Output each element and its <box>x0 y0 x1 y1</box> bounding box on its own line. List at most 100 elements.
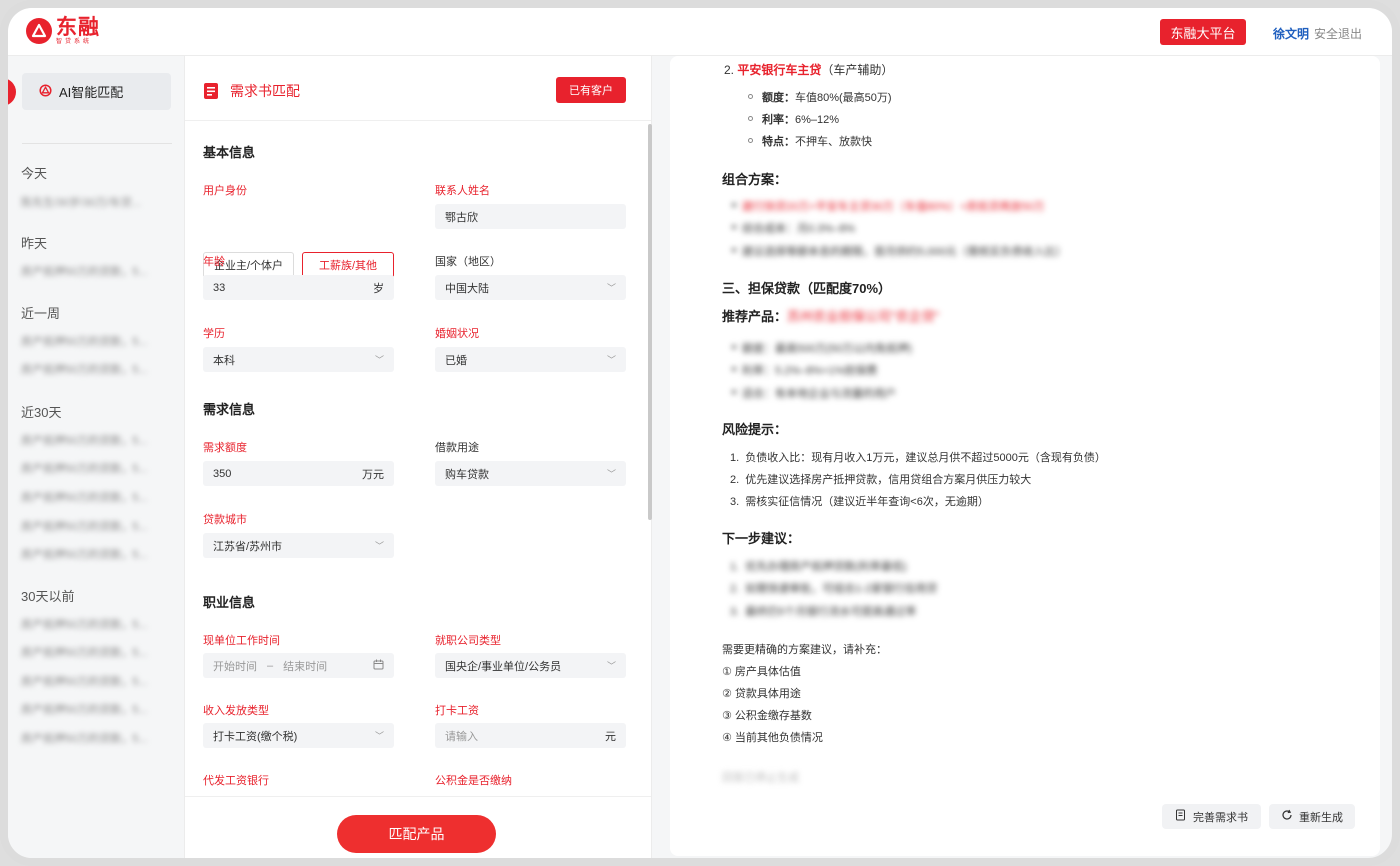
contact-name-label: 联系人姓名 <box>435 185 490 197</box>
risk-item: 3. 需核实征信情况（建议近半年查询<6次，无逾期） <box>730 496 989 508</box>
recommend-product: 苏州农业担保公司"农企贷" <box>787 309 940 324</box>
app-window: 东融 智贷系统 东融大平台 徐文明 安全退出 AI智能匹配 今天 陈先生/30岁… <box>0 0 1400 866</box>
chevron-down-icon: ﹀ <box>374 355 384 365</box>
chevron-down-icon: ﹀ <box>374 731 384 741</box>
history-item[interactable]: 陈先生/30岁/30万/车贷... <box>21 194 171 210</box>
product-name: 平安银行车主贷 <box>737 63 822 77</box>
complete-requirement-button[interactable]: 完善需求书 <box>1162 804 1261 829</box>
supplement-item: ③ 公积金缴存基数 <box>722 710 812 722</box>
history-item[interactable]: 房产抵押50万的贷款，5... <box>21 489 171 505</box>
risk-item: 2. 优先建议选择房产抵押贷款，信用贷组合方案月供压力较大 <box>730 474 1032 486</box>
amount-unit: 万元 <box>362 468 384 481</box>
document-icon <box>203 82 221 100</box>
risk-item: 1. 负债收入比：现有月收入1万元，建议总月供不超过5000元（含现有负债） <box>730 452 1106 464</box>
platform-button[interactable]: 东融大平台 <box>1160 19 1246 45</box>
user-name[interactable]: 徐文明 <box>1273 25 1309 42</box>
form-header: 需求书匹配 已有客户 <box>185 56 651 121</box>
company-type-select[interactable]: 国央企/事业单位/公务员 ﹀ <box>435 653 626 678</box>
history-item[interactable]: 房产抵押50万的贷款，5... <box>21 460 171 476</box>
education-select[interactable]: 本科 ﹀ <box>203 347 394 372</box>
sidebar-divider <box>22 143 172 144</box>
salary-label: 打卡工资 <box>435 705 479 717</box>
history-item[interactable]: 房产抵押50万的贷款，5... <box>21 701 171 717</box>
supplement-intro: 需要更精确的方案建议，请补充： <box>722 644 887 656</box>
history-item[interactable]: 房产抵押50万的贷款，5... <box>21 518 171 534</box>
history-item[interactable]: 房产抵押50万的贷款，5... <box>21 644 171 660</box>
ai-result-panel: 2. 平安银行车主贷（车产辅助） 额度：车值80%(最高50万) 利率：6%–1… <box>670 56 1380 856</box>
history-item[interactable]: 房产抵押50万的贷款，5... <box>21 616 171 632</box>
existing-client-button[interactable]: 已有客户 <box>556 77 626 103</box>
city-label: 贷款城市 <box>203 514 247 526</box>
city-select[interactable]: 江苏省/苏州市 ﹀ <box>203 533 394 558</box>
form-scrollbar[interactable] <box>648 124 652 520</box>
history-group-older: 30天以前 <box>21 589 75 604</box>
bullet <box>732 367 736 371</box>
supplement-item: ④ 当前其他负债情况 <box>722 732 823 744</box>
history-item[interactable]: 房产抵押50万的贷款，5... <box>21 432 171 448</box>
combo-title: 组合方案： <box>722 172 788 187</box>
amount-label: 需求额度 <box>203 442 247 454</box>
brand-logo[interactable]: 东融 智贷系统 <box>26 17 100 45</box>
bullet <box>748 94 753 99</box>
marital-select[interactable]: 已婚 ﹀ <box>435 347 626 372</box>
identity-label: 用户身份 <box>203 185 247 197</box>
supplement-item: ② 贷款具体用途 <box>722 688 801 700</box>
history-item[interactable]: 房产抵押50万的贷款，5... <box>21 546 171 562</box>
ai-match-nav[interactable]: AI智能匹配 <box>22 73 171 110</box>
next-steps-title: 下一步建议： <box>722 531 801 546</box>
result-item-2-bullet: 额度：车值80%(最高50万) <box>762 92 892 104</box>
next-step-item: 1. 优先办理房产抵押贷款(利率最低) <box>730 561 907 573</box>
bullet <box>732 248 736 252</box>
form-title: 需求书匹配 <box>203 81 300 101</box>
purpose-select[interactable]: 购车贷款 ﹀ <box>435 461 626 486</box>
chevron-down-icon: ﹀ <box>606 355 616 365</box>
bullet <box>732 203 736 207</box>
purpose-label: 借款用途 <box>435 442 479 454</box>
history-item[interactable]: 房产抵押50万的贷款，5... <box>21 361 171 377</box>
contact-name-input[interactable]: 鄂古欣 <box>435 204 626 229</box>
history-item[interactable]: 房产抵押50万的贷款，5... <box>21 333 171 349</box>
history-group-today: 今天 <box>21 166 48 181</box>
history-item[interactable]: 房产抵押50万的贷款，5... <box>21 673 171 689</box>
brand-subtitle: 智贷系统 <box>56 39 93 45</box>
calendar-icon <box>373 659 384 673</box>
age-unit: 岁 <box>373 282 384 295</box>
history-item[interactable]: 房产抵押50万的贷款，5... <box>21 730 171 746</box>
bullet <box>732 390 736 394</box>
salary-unit: 元 <box>605 730 616 743</box>
logo-mark-icon <box>26 18 52 44</box>
combo-item: 综合成本：月0.3%–8% <box>742 223 856 235</box>
history-group-yesterday: 昨天 <box>21 236 48 251</box>
match-products-button[interactable]: 匹配产品 <box>337 815 496 853</box>
combo-item: 建行快贷20万+平安车主贷30万（车值80%）+房抵贷再放50万 <box>742 201 1045 213</box>
work-time-range-picker[interactable]: 开始时间 – 结束时间 <box>203 653 394 678</box>
chevron-down-icon: ﹀ <box>606 283 616 293</box>
logout-link[interactable]: 安全退出 <box>1314 25 1362 42</box>
regenerate-button[interactable]: 重新生成 <box>1269 804 1355 829</box>
country-label: 国家（地区） <box>435 256 501 268</box>
result-item-2: 2. 平安银行车主贷（车产辅助） <box>724 63 894 77</box>
guarantee-item: 额度：最高500万(50万以内免抵押) <box>742 343 912 355</box>
recommend-line: 推荐产品：苏州农业担保公司"农企贷" <box>722 309 940 324</box>
edit-doc-icon <box>1175 809 1187 824</box>
marital-label: 婚姻状况 <box>435 328 479 340</box>
form-footer: 匹配产品 <box>185 796 651 858</box>
brand-name: 东融 <box>56 16 100 39</box>
top-bar: 东融 智贷系统 东融大平台 徐文明 安全退出 <box>8 8 1392 56</box>
combo-item: 建议选择等额本息的期限，首月供约5,000元（需核实负债收入比） <box>742 246 1067 258</box>
history-item[interactable]: 房产抵押50万的贷款，5... <box>21 263 171 279</box>
education-label: 学历 <box>203 328 225 340</box>
next-step-item: 2. 如需快速审批，可组合1-2家银行信用贷 <box>730 583 938 595</box>
history-group-30days: 近30天 <box>21 405 62 420</box>
income-type-select[interactable]: 打卡工资(缴个税) ﹀ <box>203 723 394 748</box>
salary-input[interactable]: 请输入元 <box>435 723 626 748</box>
ai-match-icon <box>39 83 52 100</box>
chevron-down-icon: ﹀ <box>606 469 616 479</box>
country-select[interactable]: 中国大陆 ﹀ <box>435 275 626 300</box>
section-basic-info: 基本信息 <box>203 145 256 160</box>
result-item-2-bullet: 特点：不押车、放款快 <box>762 136 872 148</box>
age-input[interactable]: 33 岁 <box>203 275 394 300</box>
amount-input[interactable]: 350 万元 <box>203 461 394 486</box>
housing-fund-label: 公积金是否缴纳 <box>435 775 512 787</box>
ai-match-label: AI智能匹配 <box>59 85 124 100</box>
